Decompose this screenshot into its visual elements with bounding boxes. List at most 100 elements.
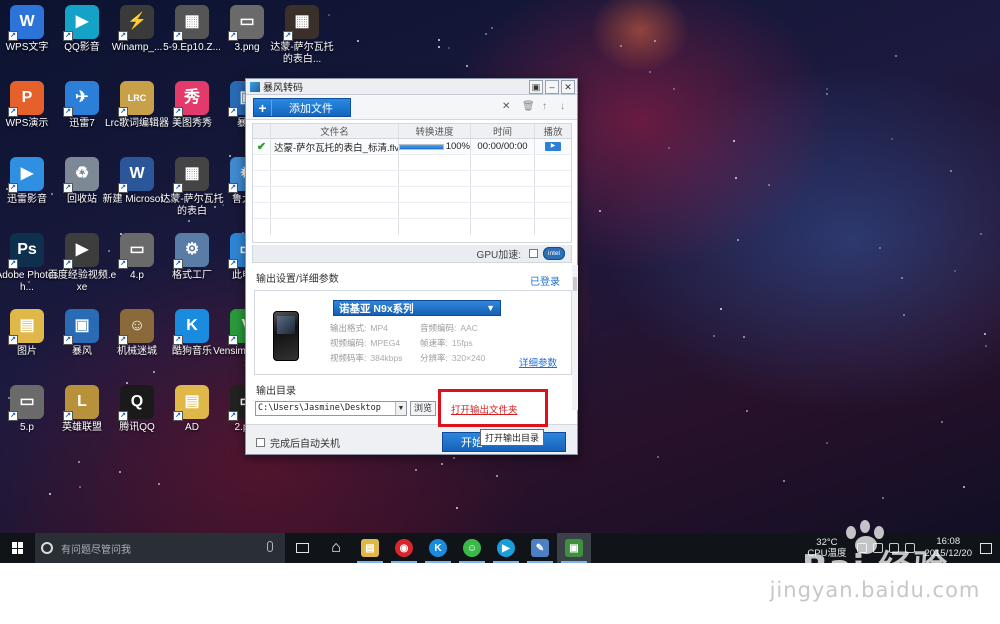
restore-button[interactable]: ▣ bbox=[529, 79, 543, 94]
shortcut-arrow-icon: ↗ bbox=[173, 259, 183, 269]
highlight-box bbox=[438, 389, 548, 427]
star bbox=[895, 55, 897, 57]
chevron-down-icon: ▼ bbox=[486, 303, 495, 313]
star bbox=[903, 314, 905, 316]
taskbar-app[interactable]: ☺ bbox=[455, 533, 489, 563]
search-box[interactable]: 有问题尽管问我 bbox=[35, 533, 285, 563]
taskbar-app[interactable]: ▣ bbox=[557, 533, 591, 563]
star bbox=[950, 170, 952, 172]
shortcut-arrow-icon: ↗ bbox=[173, 335, 183, 345]
star bbox=[783, 480, 785, 482]
move-up-icon[interactable]: ↑ bbox=[542, 101, 547, 112]
progress-cell: 100% bbox=[399, 139, 471, 154]
path-dropdown-icon[interactable]: ▼ bbox=[395, 402, 406, 415]
column-time[interactable]: 时间 bbox=[471, 124, 535, 138]
qq-player-icon: ▶ ↗ bbox=[63, 5, 99, 41]
star bbox=[49, 493, 51, 495]
taskbar-app[interactable]: ⌂ bbox=[319, 533, 353, 563]
star bbox=[768, 184, 770, 186]
start-menu-button[interactable] bbox=[0, 533, 35, 563]
gpu-checkbox[interactable] bbox=[529, 249, 538, 258]
shortcut-arrow-icon: ↗ bbox=[8, 31, 18, 41]
desktop-icon[interactable]: ▦ ↗ 达蒙-萨尔瓦托的表白... bbox=[267, 5, 337, 66]
remove-icon[interactable]: ✕ bbox=[502, 101, 510, 112]
lol-icon: L ↗ bbox=[63, 385, 99, 421]
baofeng-converter-icon: ▣ bbox=[565, 539, 583, 557]
device-select[interactable]: 诺基亚 N9x系列 ▼ bbox=[333, 300, 501, 316]
image-file-icon: ▭↗ bbox=[228, 5, 264, 41]
shortcut-arrow-icon: ↗ bbox=[173, 107, 183, 117]
shortcut-arrow-icon: ↗ bbox=[63, 259, 73, 269]
meitu-icon: 秀 ↗ bbox=[173, 81, 209, 117]
star bbox=[649, 71, 651, 73]
star bbox=[438, 46, 440, 48]
star bbox=[713, 335, 715, 337]
kugou-icon: K ↗ bbox=[173, 309, 209, 345]
spec-video-bitrate: 视频码率: 384kbps bbox=[330, 353, 403, 363]
star bbox=[78, 461, 80, 463]
star bbox=[668, 147, 670, 149]
format-factory-icon: ⚙ ↗ bbox=[173, 233, 209, 269]
microphone-icon[interactable] bbox=[267, 541, 273, 552]
detail-params-link[interactable]: 详细参数 bbox=[519, 355, 557, 369]
taskbar-app[interactable]: ▤ bbox=[353, 533, 387, 563]
taskbar-app[interactable]: ◉ bbox=[387, 533, 421, 563]
add-file-button[interactable]: + 添加文件 bbox=[253, 98, 351, 117]
task-view-button[interactable] bbox=[285, 533, 319, 563]
column-progress[interactable]: 转换进度 bbox=[399, 124, 471, 138]
auto-shutdown-option[interactable]: 完成后自动关机 bbox=[256, 435, 340, 450]
star bbox=[901, 277, 903, 279]
star bbox=[826, 88, 828, 90]
star bbox=[737, 239, 739, 241]
shortcut-arrow-icon: ↗ bbox=[63, 183, 73, 193]
star bbox=[941, 421, 943, 423]
home-icon: ⌂ bbox=[327, 539, 345, 557]
shortcut-arrow-icon: ↗ bbox=[228, 31, 238, 41]
phone-image bbox=[273, 311, 299, 361]
toolbar: + 添加文件 ✕ 🗑 ↑ ↓ bbox=[246, 95, 577, 120]
star bbox=[826, 442, 828, 444]
machinarium-icon: ☺ ↗ bbox=[118, 309, 154, 345]
file-list-header: 文件名 转换进度 时间 播放 bbox=[253, 124, 571, 139]
progress-text: 100% bbox=[445, 141, 470, 152]
browse-button[interactable]: 浏览 bbox=[410, 401, 436, 416]
star bbox=[746, 410, 748, 412]
netease-music-icon: ◉ bbox=[395, 539, 413, 557]
scrollbar-thumb[interactable] bbox=[573, 277, 577, 291]
image-file-icon: ▭↗ bbox=[118, 233, 154, 269]
close-button[interactable]: ✕ bbox=[561, 79, 575, 94]
wps-presentation-icon: P ↗ bbox=[8, 81, 44, 117]
play-icon[interactable]: ▶ bbox=[545, 142, 561, 151]
video-file-icon: ▦ ↗ bbox=[283, 5, 319, 41]
column-filename[interactable]: 文件名 bbox=[271, 124, 399, 138]
star bbox=[620, 45, 622, 47]
shortcut-arrow-icon: ↗ bbox=[118, 107, 128, 117]
trash-icon[interactable]: 🗑 bbox=[522, 101, 535, 112]
qq-icon: Q ↗ bbox=[118, 385, 154, 421]
scrollbar[interactable] bbox=[572, 265, 578, 410]
star bbox=[153, 371, 155, 373]
move-down-icon[interactable]: ↓ bbox=[560, 101, 565, 112]
shortcut-arrow-icon: ↗ bbox=[173, 411, 183, 421]
column-play[interactable]: 播放 bbox=[535, 124, 571, 138]
taskbar-app[interactable]: K bbox=[421, 533, 455, 563]
window-title: 暴风转码 bbox=[263, 83, 303, 94]
taskbar-app[interactable]: ✎ bbox=[523, 533, 557, 563]
shortcut-arrow-icon: ↗ bbox=[228, 411, 238, 421]
taskbar-app[interactable]: ▶ bbox=[489, 533, 523, 563]
star bbox=[79, 486, 81, 488]
shortcut-arrow-icon: ↗ bbox=[8, 411, 18, 421]
progress-fill bbox=[400, 144, 443, 149]
title-bar[interactable]: 暴风转码 ▣ – ✕ bbox=[246, 79, 577, 95]
progress-bar bbox=[399, 143, 444, 150]
output-dir-label: 输出目录 bbox=[256, 386, 296, 397]
video-exe-icon: ▶ ↗ bbox=[63, 233, 99, 269]
thunder-icon: ✈ ↗ bbox=[63, 81, 99, 117]
file-row[interactable]: ✔ 达蒙-萨尔瓦托的表白_标清.flv 100% 00:00/00:00 ▶ bbox=[253, 139, 571, 155]
logged-in-link[interactable]: 已登录 bbox=[530, 273, 560, 288]
star bbox=[980, 233, 982, 235]
auto-shutdown-checkbox[interactable] bbox=[256, 438, 265, 447]
shortcut-arrow-icon: ↗ bbox=[228, 335, 238, 345]
output-path-input[interactable]: C:\Users\Jasmine\Desktop bbox=[255, 401, 407, 416]
minimize-button[interactable]: – bbox=[545, 79, 559, 94]
